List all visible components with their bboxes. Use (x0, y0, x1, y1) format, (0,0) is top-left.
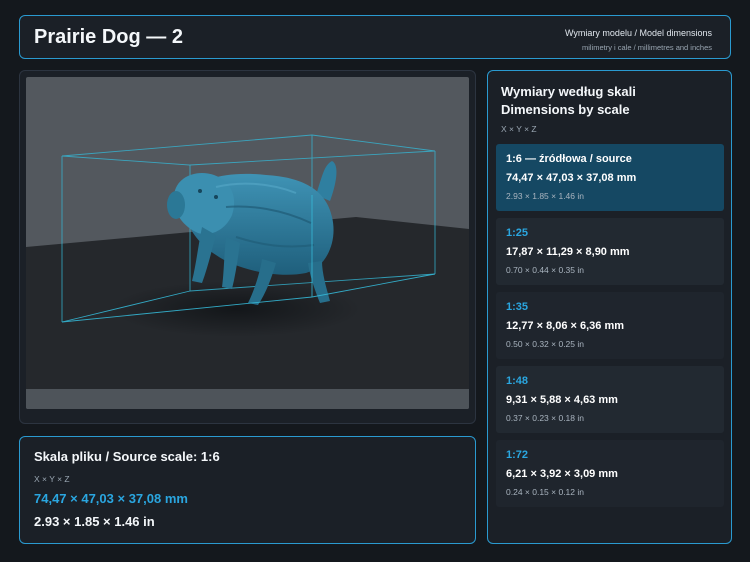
scale-dimensions-mm: 12,77 × 8,06 × 6,36 mm (506, 320, 625, 332)
floor-edge-strip (26, 389, 469, 409)
scale-option-1-48[interactable]: 1:48 9,31 × 5,88 × 4,63 mm 0.37 × 0.23 ×… (496, 366, 724, 433)
scales-panel-title-pl: Wymiary według skali (501, 84, 636, 99)
header-subtitle: Wymiary modelu / Model dimensions (565, 28, 712, 38)
dimensions-by-scale-panel: Wymiary według skali Dimensions by scale… (487, 70, 732, 544)
scales-panel-title-en: Dimensions by scale (501, 102, 630, 117)
scale-option-1-72[interactable]: 1:72 6,21 × 3,92 × 3,09 mm 0.24 × 0.15 ×… (496, 440, 724, 507)
scale-dimensions-mm: 17,87 × 11,29 × 8,90 mm (506, 246, 630, 258)
model-render (26, 77, 469, 409)
scale-dimensions-inches: 0.24 × 0.15 × 0.12 in (506, 487, 584, 497)
scale-dimensions-mm: 6,21 × 3,92 × 3,09 mm (506, 468, 618, 480)
source-dimensions-inches: 2.93 × 1.85 × 1.46 in (34, 514, 155, 529)
scale-dimensions-inches: 0.70 × 0.44 × 0.35 in (506, 265, 584, 275)
scale-dimensions-inches: 2.93 × 1.85 × 1.46 in (506, 191, 584, 201)
scale-dimensions-inches: 0.37 × 0.23 × 0.18 in (506, 413, 584, 423)
scale-label: 1:25 (506, 227, 529, 239)
scale-option-1-6[interactable]: 1:6 — źródłowa / source 74,47 × 47,03 × … (496, 144, 724, 211)
model-viewer[interactable] (19, 70, 476, 424)
source-scale-card: Skala pliku / Source scale: 1:6 X × Y × … (19, 436, 476, 544)
scale-label: 1:6 — źródłowa / source (506, 153, 632, 165)
source-scale-heading: Skala pliku / Source scale: 1:6 (34, 449, 220, 464)
scale-option-1-35[interactable]: 1:35 12,77 × 8,06 × 6,36 mm 0.50 × 0.32 … (496, 292, 724, 359)
model-viewport[interactable] (26, 77, 469, 409)
scale-dimensions-mm: 9,31 × 5,88 × 4,63 mm (506, 394, 618, 406)
scale-dimensions-inches: 0.50 × 0.32 × 0.25 in (506, 339, 584, 349)
scale-dimensions-mm: 74,47 × 47,03 × 37,08 mm (506, 172, 637, 184)
source-dimensions-mm: 74,47 × 47,03 × 37,08 mm (34, 491, 188, 506)
scales-axes-label: X × Y × Z (501, 124, 537, 134)
header-units-note: milimetry i cale / millimetres and inche… (581, 43, 712, 52)
scale-option-1-25[interactable]: 1:25 17,87 × 11,29 × 8,90 mm 0.70 × 0.44… (496, 218, 724, 285)
scale-label: 1:72 (506, 449, 529, 461)
scale-label: 1:48 (506, 375, 529, 387)
source-axes-label: X × Y × Z (34, 474, 70, 484)
page-title: Prairie Dog — 2 (34, 26, 183, 48)
header-bar: Prairie Dog — 2 Wymiary modelu / Model d… (19, 15, 731, 59)
scale-label: 1:35 (506, 301, 529, 313)
